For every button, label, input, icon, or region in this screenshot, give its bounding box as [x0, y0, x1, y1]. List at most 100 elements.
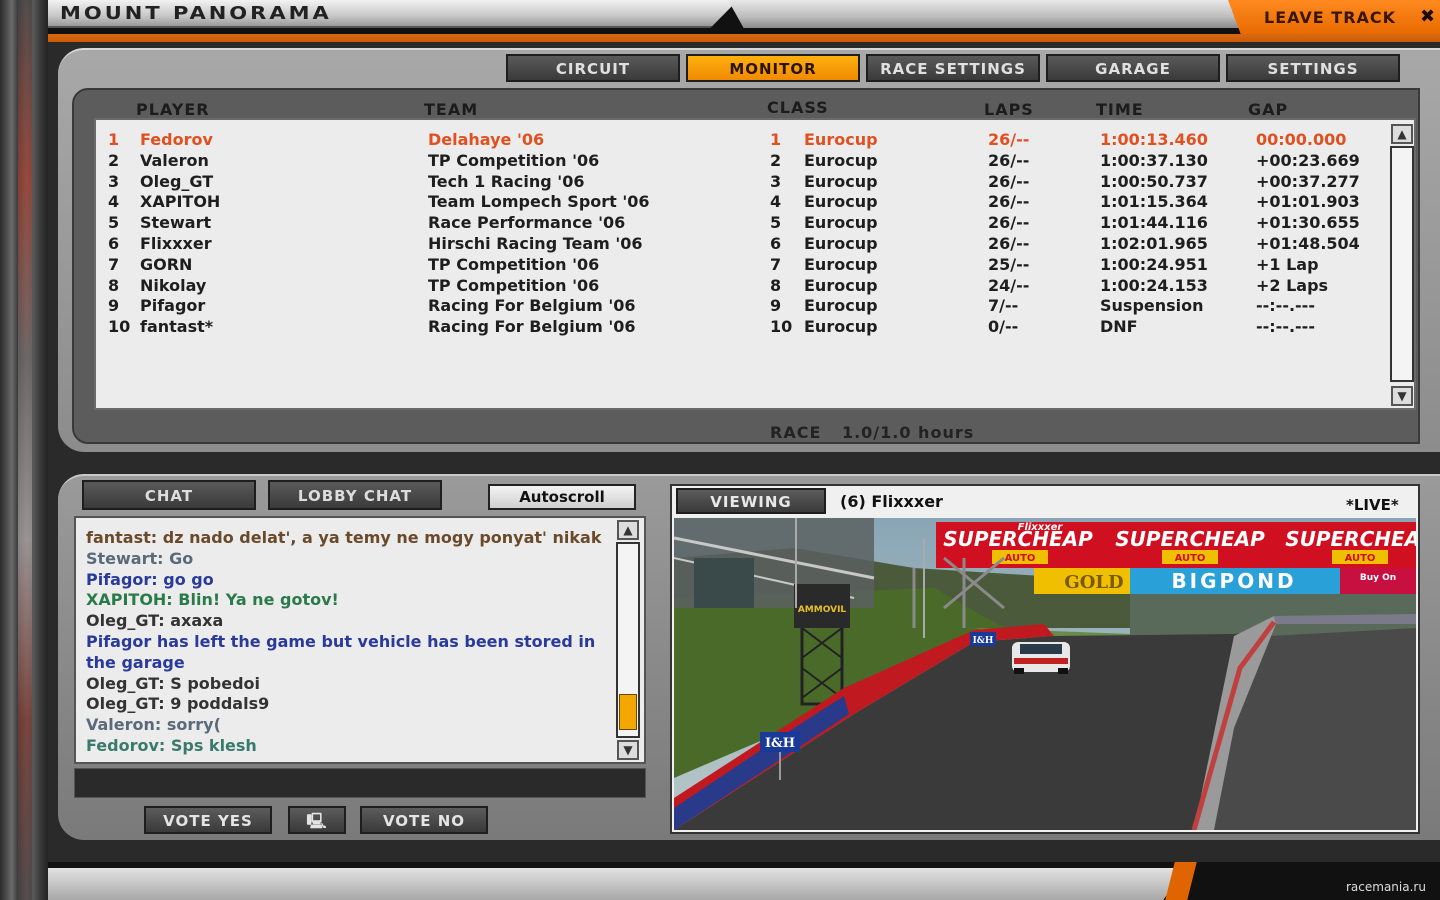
cell-class: Eurocup — [804, 234, 878, 253]
cell-gap: +1 Lap — [1256, 254, 1319, 274]
cell-team: Tech 1 Racing '06 — [428, 171, 585, 191]
cell-class: Eurocup — [804, 254, 878, 274]
cell-laps: 26/-- — [988, 234, 1030, 253]
table-row[interactable]: 8 Nikolay TP Competition '06 8 Eurocup 24/-- 1… — [96, 276, 1386, 297]
track-scene: AMMOVIL SUPERCHEAP SUPERCHEAP SUPERCHEAP… — [674, 518, 1416, 830]
cell-cpos: 1 — [770, 130, 782, 149]
chat-input[interactable] — [74, 768, 646, 798]
chat-scroll-down-icon[interactable]: ▼ — [617, 740, 639, 760]
list-item: Oleg_GT: 9 poddals9 — [86, 694, 270, 714]
list-item: Oleg_GT: S pobedoi — [86, 673, 261, 693]
cell-laps: 24/-- — [988, 275, 1030, 295]
cell-time: 1:00:37.130 — [1100, 150, 1208, 170]
cell-cpos: 7 — [770, 254, 782, 274]
list-item: Stewart: Go — [86, 548, 194, 568]
close-icon[interactable]: ✖ — [1420, 6, 1436, 27]
table-row[interactable]: 3 Oleg_GT Tech 1 Racing '06 3 Eurocup 26/-- 1:… — [96, 172, 1386, 193]
monitor-icon[interactable]: 🖳 — [288, 806, 346, 834]
cell-time: DNF — [1100, 317, 1138, 337]
standings-list[interactable]: 1 Fedorov Delahaye '06 1 Eurocup 26/-- 1:00:13… — [94, 118, 1416, 410]
table-row[interactable]: 5 Stewart Race Performance '06 5 Eurocup 26/-… — [96, 213, 1386, 234]
cell-gap: +00:37.277 — [1256, 171, 1360, 191]
cell-cpos: 4 — [770, 192, 782, 212]
cell-time: 1:01:15.364 — [1100, 192, 1208, 212]
ih-sign-near: I&H — [765, 736, 795, 751]
live-camera-view[interactable]: AMMOVIL SUPERCHEAP SUPERCHEAP SUPERCHEAP… — [674, 518, 1416, 830]
table-row[interactable]: 4 XAPITOH Team Lompech Sport '06 4 Eurocup 26… — [96, 192, 1386, 213]
cell-player: GORN — [140, 254, 193, 274]
tab-settings[interactable]: SETTINGS — [1226, 54, 1400, 82]
cell-pos: 8 — [108, 275, 120, 295]
cell-laps: 26/-- — [988, 192, 1030, 212]
autoscroll-button[interactable]: Autoscroll — [488, 484, 636, 510]
cell-cpos: 9 — [770, 296, 782, 316]
col-gap: GAP — [1248, 100, 1289, 119]
tower-logo: AMMOVIL — [798, 605, 847, 615]
cell-time: Suspension — [1100, 296, 1204, 316]
viewing-driver: (6) Flixxxer — [840, 492, 943, 511]
bottom-plate — [48, 868, 1186, 900]
header-mid-plate — [728, 0, 1248, 28]
race-info: RACE 1.0/1.0 hours — [770, 423, 974, 442]
cell-time: 1:00:24.951 — [1100, 254, 1208, 274]
race-label: RACE — [770, 423, 822, 442]
tab-race-settings[interactable]: RACE SETTINGS — [866, 54, 1040, 82]
list-item: Pifagor: go go — [86, 569, 214, 589]
cell-gap: +2 Laps — [1256, 275, 1329, 295]
standings-scrollbar[interactable] — [1390, 146, 1414, 382]
viewing-button[interactable]: VIEWING — [676, 488, 826, 514]
cell-class: Eurocup — [804, 150, 878, 170]
chat-scrollbar[interactable] — [616, 542, 640, 738]
table-row[interactable]: 9 Pifagor Racing For Belgium '06 9 Eurocup 7/… — [96, 296, 1386, 317]
cell-time: 1:00:13.460 — [1100, 130, 1208, 149]
tab-garage[interactable]: GARAGE — [1046, 54, 1220, 82]
cell-class: Eurocup — [804, 213, 878, 233]
tab-circuit[interactable]: CIRCUIT — [506, 54, 680, 82]
table-row[interactable]: 6 Flixxxer Hirschi Racing Team '06 6 Eurocup… — [96, 234, 1386, 255]
col-laps: LAPS — [984, 100, 1034, 119]
cell-player: Nikolay — [140, 275, 207, 295]
title-plate: MOUNT PANORAMA — [48, 0, 738, 28]
scroll-up-icon[interactable]: ▲ — [1391, 124, 1413, 144]
table-row[interactable]: 7 GORN TP Competition '06 7 Eurocup 25/-- 1:00… — [96, 255, 1386, 276]
chat-scroll-thumb[interactable] — [619, 694, 637, 730]
col-team: TEAM — [424, 100, 479, 119]
cell-laps: 26/-- — [988, 130, 1030, 149]
chat-scroll-up-icon[interactable]: ▲ — [617, 520, 639, 540]
cell-gap: --:--.--- — [1256, 296, 1315, 316]
vote-no-button[interactable]: VOTE NO — [360, 806, 488, 834]
cell-player: Pifagor — [140, 296, 206, 316]
bigpond-sign: BIGPOND — [1171, 569, 1296, 593]
table-row[interactable]: 1 Fedorov Delahaye '06 1 Eurocup 26/-- 1:00:13… — [96, 130, 1386, 151]
cell-cpos: 3 — [770, 171, 782, 191]
cell-team: Hirschi Racing Team '06 — [428, 234, 643, 253]
leave-track-button[interactable]: LEAVE TRACK ✖ — [1228, 0, 1440, 34]
tab-chat[interactable]: CHAT — [82, 480, 256, 510]
chat-log[interactable]: fantast: dz nado delat', a ya temy ne mo… — [74, 516, 646, 764]
cell-team: TP Competition '06 — [428, 254, 600, 274]
tab-lobby-chat[interactable]: LOBBY CHAT — [268, 480, 442, 510]
table-row[interactable]: 2 Valeron TP Competition '06 2 Eurocup 26/-- 1… — [96, 151, 1386, 172]
table-row[interactable]: 10 fantast* Racing For Belgium '06 10 Eurocu… — [96, 317, 1386, 338]
scroll-down-icon[interactable]: ▼ — [1391, 386, 1413, 406]
vote-yes-button[interactable]: VOTE YES — [144, 806, 272, 834]
tab-monitor[interactable]: MONITOR — [686, 54, 860, 82]
cell-gap: +01:30.655 — [1256, 213, 1360, 233]
ih-sign-far: I&H — [973, 636, 994, 646]
buy-sign: Buy On — [1360, 573, 1396, 583]
cell-team: TP Competition '06 — [428, 150, 600, 170]
col-class: CLASS — [767, 98, 829, 117]
cell-team: Team Lompech Sport '06 — [428, 192, 650, 212]
cell-gap: +01:48.504 — [1256, 234, 1360, 253]
cell-cpos: 5 — [770, 213, 782, 233]
cell-cpos: 8 — [770, 275, 782, 295]
cell-pos: 1 — [108, 130, 120, 149]
cell-time: 1:02:01.965 — [1100, 234, 1208, 253]
cell-cpos: 10 — [770, 317, 793, 337]
cell-pos: 9 — [108, 296, 120, 316]
cell-time: 1:00:50.737 — [1100, 171, 1208, 191]
cell-player: XAPITOH — [140, 192, 221, 212]
cell-team: Racing For Belgium '06 — [428, 317, 636, 337]
cell-class: Eurocup — [804, 192, 878, 212]
col-time: TIME — [1096, 100, 1144, 119]
